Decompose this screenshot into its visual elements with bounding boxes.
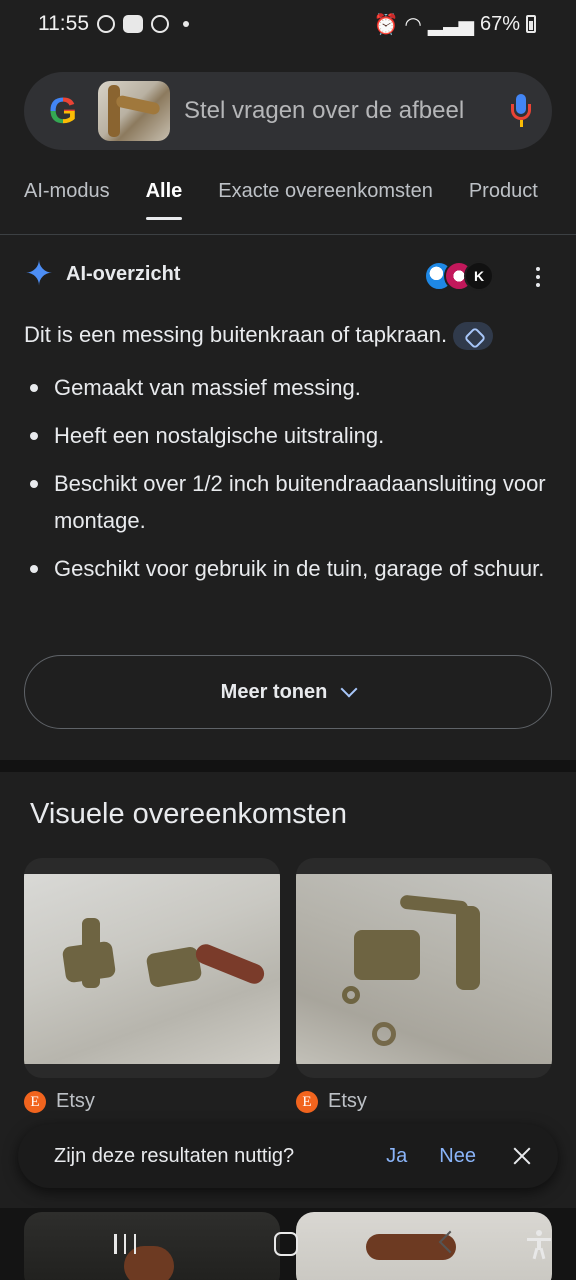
list-item: Gemaakt van massief messing. — [24, 369, 552, 406]
search-tabs: AI-modus Alle Exacte overeenkomsten Prod… — [24, 180, 538, 220]
ai-bullet-list: Gemaakt van massief messing. Heeft een n… — [24, 369, 552, 598]
list-item: Beschikt over 1/2 inch buitendraadaanslu… — [24, 465, 552, 539]
link-icon[interactable] — [453, 322, 494, 351]
chrome-notification-icon — [97, 15, 115, 33]
visual-matches-title: Visuele overeenkomsten — [30, 798, 348, 830]
system-nav — [0, 1226, 576, 1266]
washer-shape — [342, 986, 360, 1004]
result-source[interactable]: E Etsy — [24, 1090, 95, 1113]
list-item: Heeft een nostalgische uitstraling. — [24, 417, 552, 454]
faucet-handle-shape — [192, 941, 268, 987]
show-more-label: Meer tonen — [220, 680, 328, 703]
etsy-logo-icon: E — [24, 1090, 46, 1113]
back-icon[interactable] — [438, 1230, 462, 1254]
visual-match-card[interactable] — [296, 858, 552, 1078]
tab-ai-mode[interactable]: AI-modus — [24, 180, 110, 220]
faucet-stem-shape — [82, 918, 100, 988]
result-image[interactable] — [24, 874, 280, 1064]
chevron-down-icon — [340, 680, 358, 698]
more-options-icon[interactable] — [526, 265, 550, 289]
battery-icon — [526, 15, 536, 33]
list-item: Geschikt voor gebruik in de tuin, garage… — [24, 550, 552, 587]
alarm-icon: ⏰ — [373, 13, 399, 36]
etsy-logo-icon: E — [296, 1090, 318, 1113]
close-icon[interactable] — [512, 1146, 532, 1166]
ai-summary-text: Dit is een messing buitenkraan of tapkra… — [24, 322, 448, 347]
recent-apps-icon[interactable] — [114, 1234, 136, 1254]
visual-match-card[interactable] — [24, 858, 280, 1078]
feedback-yes-button[interactable]: Ja — [386, 1145, 407, 1168]
faucet-valve-shape — [145, 945, 203, 989]
wifi-icon: ◠ — [404, 13, 422, 36]
result-image[interactable] — [296, 874, 552, 1064]
accessibility-icon[interactable] — [526, 1230, 552, 1260]
feedback-bar: Zijn deze resultaten nuttig? Ja Nee — [18, 1124, 558, 1188]
ai-overview-header: ✦ AI-overzicht — [24, 255, 181, 293]
feedback-no-button[interactable]: Nee — [439, 1145, 476, 1168]
ai-sparkle-icon: ✦ — [24, 255, 54, 293]
washer-shape — [372, 1022, 396, 1046]
faucet-stem-shape — [108, 85, 120, 137]
tab-all[interactable]: Alle — [145, 180, 182, 220]
source-name: Etsy — [328, 1090, 367, 1112]
query-image-thumbnail[interactable] — [98, 81, 170, 141]
tab-exact-matches[interactable]: Exacte overeenkomsten — [218, 180, 433, 220]
status-time: 11:55 — [38, 12, 89, 35]
faucet-spindle-shape — [456, 906, 480, 990]
search-bar[interactable]: G Stel vragen over de afbeel — [24, 72, 552, 150]
status-right: ⏰ ◠ ▂▃▅ 67% — [373, 12, 536, 37]
source-favicon-icon: K — [464, 261, 494, 291]
ai-summary: Dit is een messing buitenkraan of tapkra… — [24, 319, 544, 351]
faucet-body-shape — [354, 930, 420, 980]
result-source[interactable]: E Etsy — [296, 1090, 367, 1113]
home-icon[interactable] — [274, 1232, 298, 1256]
google-logo-icon[interactable]: G — [44, 92, 82, 130]
faucet-pipe-shape — [115, 94, 161, 116]
ai-overview-section: ✦ AI-overzicht K Dit is een messing buit… — [0, 235, 576, 760]
search-input[interactable]: Stel vragen over de afbeel — [184, 97, 502, 125]
z-notification-icon — [151, 15, 169, 33]
status-left: 11:55 — [38, 12, 189, 36]
more-notifications-icon — [183, 21, 189, 27]
source-name: Etsy — [56, 1090, 95, 1112]
tab-products[interactable]: Product — [469, 180, 538, 220]
show-more-button[interactable]: Meer tonen — [24, 655, 552, 729]
ai-source-icons[interactable]: K — [424, 261, 496, 291]
news-notification-icon — [123, 15, 143, 33]
microphone-icon[interactable] — [510, 94, 532, 128]
section-separator — [0, 760, 576, 772]
battery-percentage: 67% — [479, 12, 520, 35]
feedback-question: Zijn deze resultaten nuttig? — [54, 1144, 295, 1167]
status-bar: 11:55 ⏰ ◠ ▂▃▅ 67% — [0, 0, 576, 48]
signal-icon: ▂▃▅ — [427, 13, 474, 36]
ai-overview-title: AI-overzicht — [66, 262, 181, 285]
